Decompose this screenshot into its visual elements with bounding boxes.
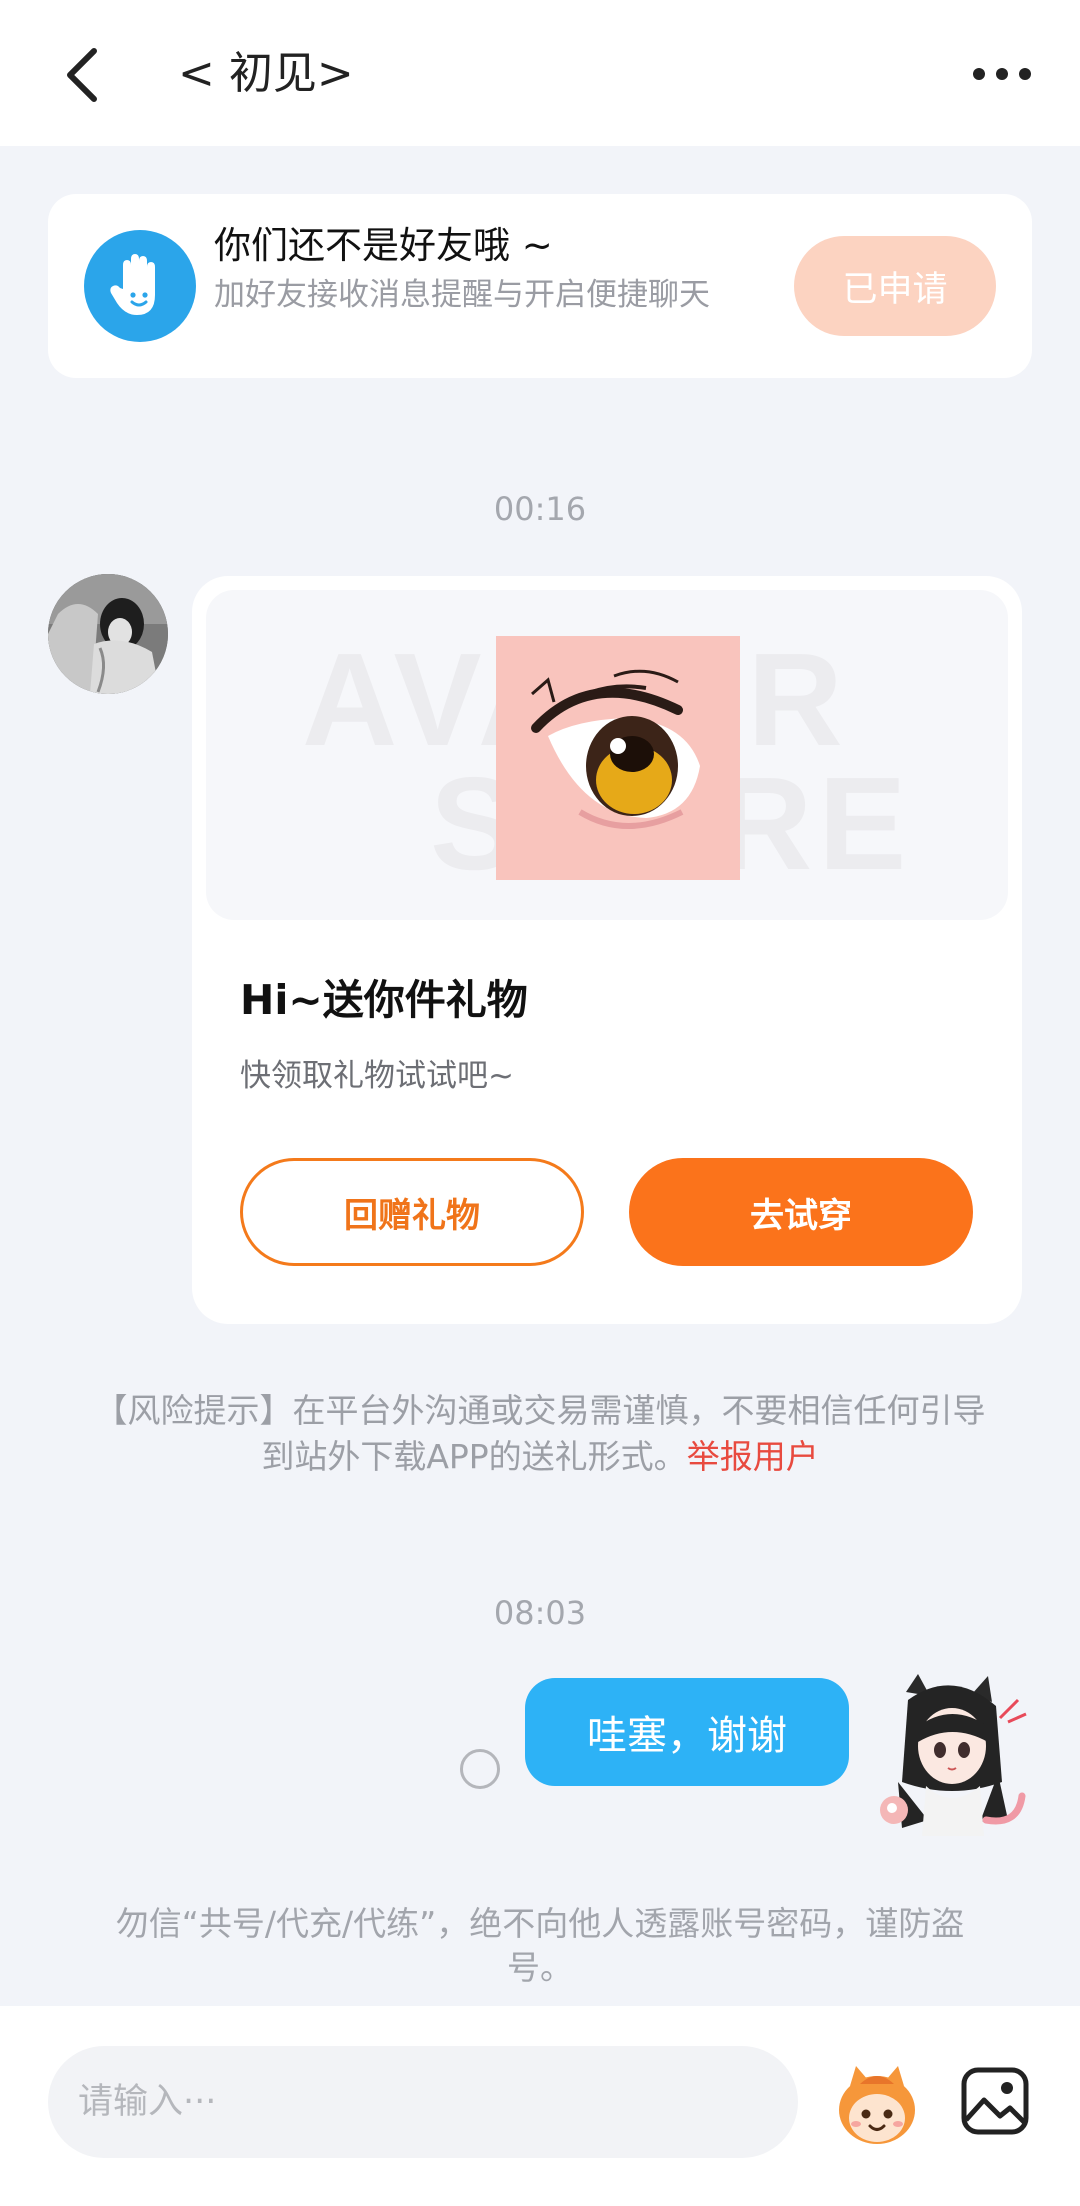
- more-button[interactable]: [962, 44, 1042, 104]
- composer-bar: [0, 2006, 1080, 2206]
- gift-subtitle: 快领取礼物试试吧~: [240, 1058, 514, 1094]
- back-button[interactable]: [52, 40, 112, 110]
- risk-notice-text: 【风险提示】在平台外沟通或交易需谨慎，不要相信任何引导到站外下载APP的送礼形式…: [94, 1391, 986, 1476]
- risk-notice: 【风险提示】在平台外沟通或交易需谨慎，不要相信任何引导到站外下载APP的送礼形式…: [84, 1388, 996, 1480]
- top-bar: < 初见>: [0, 0, 1080, 146]
- sender-avatar[interactable]: [48, 574, 168, 694]
- try-on-button[interactable]: 去试穿: [629, 1158, 973, 1266]
- gift-card: AVATAR STORE Hi~送你件礼物 快领取礼物试试吧~ 回赠礼物 去试穿: [192, 576, 1022, 1324]
- wave-hand-icon: [84, 230, 196, 342]
- friend-banner-subtitle: 加好友接收消息提醒与开启便捷聊天: [214, 277, 710, 313]
- friend-request-banner: 你们还不是好友哦 ~ 加好友接收消息提醒与开启便捷聊天 已申请: [48, 194, 1032, 378]
- friend-banner-title: 你们还不是好友哦 ~: [214, 224, 553, 267]
- chevron-left-icon: [67, 48, 97, 102]
- gift-preview[interactable]: AVATAR STORE: [206, 590, 1008, 920]
- report-user-link[interactable]: 举报用户: [687, 1437, 819, 1476]
- gift-title: Hi~送你件礼物: [240, 976, 528, 1024]
- safety-notice: 勿信“共号/代充/代练”，绝不向他人透露账号密码，谨防盗号。: [115, 1904, 965, 1987]
- page-title: < 初见>: [178, 48, 354, 99]
- message-timestamp: 00:16: [493, 490, 587, 528]
- message-timestamp: 08:03: [493, 1594, 587, 1632]
- message-input[interactable]: [48, 2046, 798, 2158]
- image-icon[interactable]: [960, 2066, 1030, 2136]
- more-horizontal-icon: [973, 68, 1031, 80]
- gift-eye-image: [496, 636, 740, 880]
- applied-button[interactable]: 已申请: [794, 236, 996, 336]
- my-avatar[interactable]: [868, 1670, 1028, 1838]
- emoji-mascot-icon[interactable]: [830, 2056, 924, 2150]
- outgoing-message-bubble[interactable]: 哇塞，谢谢: [525, 1678, 849, 1786]
- read-status-icon: [460, 1749, 500, 1789]
- return-gift-button[interactable]: 回赠礼物: [240, 1158, 584, 1266]
